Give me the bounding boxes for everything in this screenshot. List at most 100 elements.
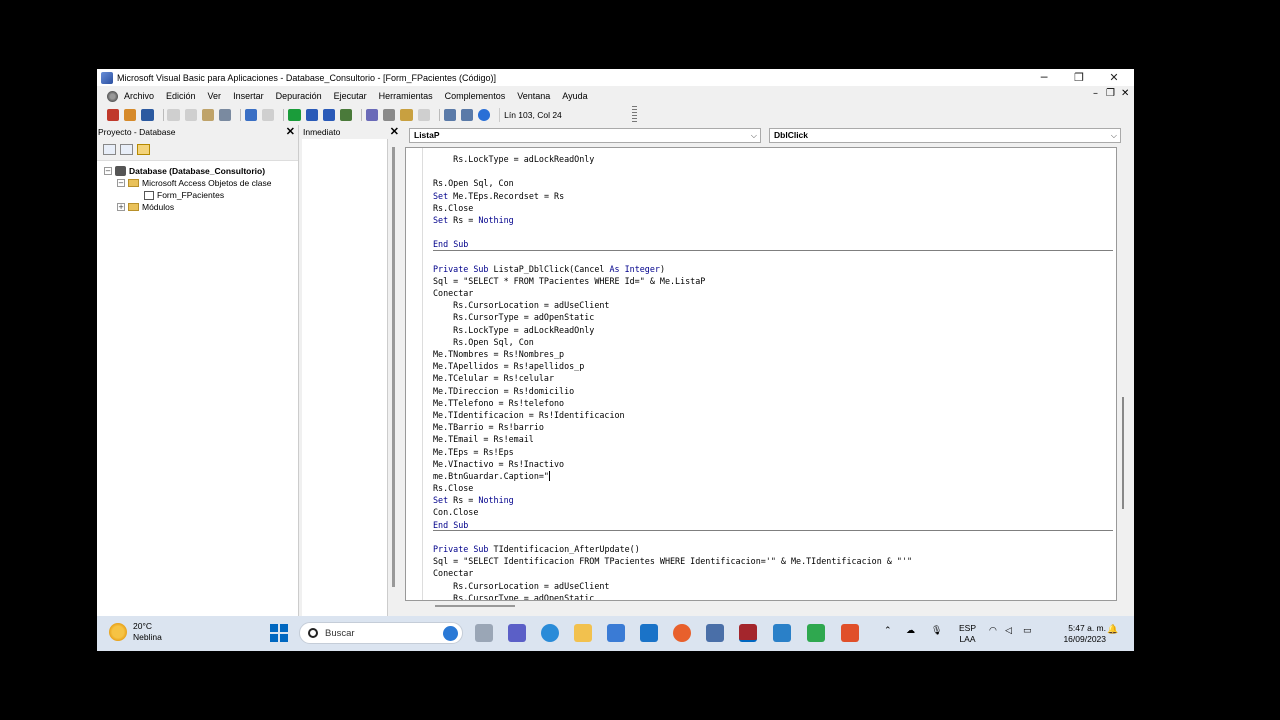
tree-item-form-fpacientes[interactable]: Form_FPacientes bbox=[97, 189, 298, 201]
chevron-down-icon[interactable]: ⌵ bbox=[751, 129, 757, 142]
immediate-input[interactable] bbox=[302, 139, 388, 651]
system-menu-icon[interactable] bbox=[107, 90, 118, 102]
collapse-icon[interactable]: − bbox=[104, 167, 112, 175]
notification-bell-icon[interactable]: 🔔 bbox=[1107, 625, 1118, 635]
code-line[interactable]: Conectar bbox=[433, 567, 1113, 579]
code-line[interactable]: Me.VInactivo = Rs!Inactivo bbox=[433, 458, 1113, 470]
code-line[interactable]: Rs.CursorType = adOpenStatic bbox=[433, 311, 1113, 323]
code-line[interactable]: Me.TApellidos = Rs!apellidos_p bbox=[433, 360, 1113, 372]
store-icon[interactable] bbox=[607, 624, 625, 642]
edge-icon[interactable] bbox=[541, 624, 559, 642]
battery-icon[interactable]: ▭ bbox=[1023, 626, 1032, 636]
chevron-up-icon[interactable]: ⌃ bbox=[884, 626, 892, 636]
access-icon[interactable] bbox=[739, 624, 757, 642]
code-line[interactable]: Me.TCelular = Rs!celular bbox=[433, 372, 1113, 384]
menu-ejecutar[interactable]: Ejecutar bbox=[334, 91, 367, 101]
code-line[interactable]: Me.TDireccion = Rs!domicilio bbox=[433, 385, 1113, 397]
menu-depuracion[interactable]: Depuración bbox=[276, 91, 322, 101]
onedrive-icon[interactable]: ☁ bbox=[906, 626, 915, 636]
immediate-pane-close-button[interactable]: ✕ bbox=[390, 125, 399, 139]
menu-herramientas[interactable]: Herramientas bbox=[379, 91, 433, 101]
file-explorer-icon[interactable] bbox=[574, 624, 592, 642]
menu-complementos[interactable]: Complementos bbox=[445, 91, 506, 101]
tree-item-database[interactable]: − Database (Database_Consultorio) bbox=[97, 165, 298, 177]
insert-module-icon[interactable] bbox=[124, 109, 137, 121]
access-view-icon[interactable] bbox=[107, 109, 120, 121]
code-line[interactable]: Set Rs = Nothing bbox=[433, 494, 1113, 506]
code-line[interactable]: Rs.Open Sql, Con bbox=[433, 177, 1113, 189]
language-indicator[interactable]: ESP LAA bbox=[959, 623, 976, 645]
chevron-down-icon[interactable]: ⌵ bbox=[1111, 129, 1117, 142]
toolbar-grip[interactable] bbox=[632, 106, 638, 124]
maximize-button[interactable]: ❐ bbox=[1062, 69, 1096, 86]
toggle-folders-icon[interactable] bbox=[137, 144, 150, 155]
firefox-icon[interactable] bbox=[673, 624, 691, 642]
code-line[interactable] bbox=[433, 226, 1113, 238]
code-line[interactable]: Me.TTelefono = Rs!telefono bbox=[433, 397, 1113, 409]
menu-insertar[interactable]: Insertar bbox=[233, 91, 264, 101]
code-line[interactable]: Rs.Open Sql, Con bbox=[433, 336, 1113, 348]
undo-icon[interactable] bbox=[245, 109, 258, 121]
code-line[interactable]: Me.TBarrio = Rs!barrio bbox=[433, 421, 1113, 433]
code-editor[interactable]: Rs.LockType = adLockReadOnly Rs.Open Sql,… bbox=[405, 147, 1117, 601]
scroll-thumb[interactable] bbox=[1122, 397, 1124, 509]
code-line[interactable] bbox=[433, 531, 1113, 543]
notepad-icon[interactable] bbox=[773, 624, 791, 642]
camtasia-icon[interactable] bbox=[807, 624, 825, 642]
code-line[interactable]: Rs.LockType = adLockReadOnly bbox=[433, 324, 1113, 336]
scroll-thumb[interactable] bbox=[392, 147, 395, 587]
scroll-thumb[interactable] bbox=[435, 605, 515, 607]
properties-window-icon[interactable] bbox=[383, 109, 396, 121]
bing-icon[interactable] bbox=[443, 626, 458, 641]
menu-ventana[interactable]: Ventana bbox=[517, 91, 550, 101]
object-browser-icon[interactable] bbox=[400, 109, 413, 121]
taskbar-search[interactable]: Buscar bbox=[299, 622, 463, 644]
toolbox-icon[interactable] bbox=[417, 109, 430, 121]
mdi-close-button[interactable]: ✕ bbox=[1121, 88, 1129, 99]
code-line[interactable]: Con.Close bbox=[433, 506, 1113, 518]
expand-icon[interactable]: + bbox=[117, 203, 125, 211]
code-line[interactable]: Conectar bbox=[433, 287, 1113, 299]
microphone-icon[interactable]: 🎙 bbox=[931, 626, 942, 636]
mdi-minimize-button[interactable]: – bbox=[1093, 88, 1098, 99]
menu-edicion[interactable]: Edición bbox=[166, 91, 196, 101]
menu-archivo[interactable]: Archivo bbox=[124, 91, 154, 101]
code-line[interactable]: Rs.Close bbox=[433, 482, 1113, 494]
code-vertical-scrollbar[interactable] bbox=[1117, 147, 1131, 601]
code-line[interactable] bbox=[433, 251, 1113, 263]
code-line[interactable]: End Sub bbox=[433, 519, 1113, 531]
object-combobox[interactable]: ListaP ⌵ bbox=[409, 128, 761, 143]
paste-icon[interactable] bbox=[201, 109, 214, 121]
start-button[interactable] bbox=[270, 624, 288, 642]
code-line[interactable]: Private Sub ListaP_DblClick(Cancel As In… bbox=[433, 263, 1113, 275]
project-explorer-icon[interactable] bbox=[365, 109, 379, 121]
code-line[interactable]: Rs.CursorLocation = adUseClient bbox=[433, 299, 1113, 311]
save-icon[interactable] bbox=[141, 109, 154, 121]
code-line[interactable]: End Sub bbox=[433, 238, 1113, 251]
task-view-icon[interactable] bbox=[475, 624, 493, 642]
volume-icon[interactable]: ◁ bbox=[1005, 626, 1012, 636]
tree-item-class-objects[interactable]: − Microsoft Access Objetos de clase bbox=[97, 177, 298, 189]
code-line[interactable]: Rs.Close bbox=[433, 202, 1113, 214]
break-icon[interactable] bbox=[305, 109, 318, 121]
code-line[interactable]: Set Me.TEps.Recordset = Rs bbox=[433, 190, 1113, 202]
view-object-icon[interactable] bbox=[120, 144, 133, 155]
mail-icon[interactable] bbox=[640, 624, 658, 642]
reset-icon[interactable] bbox=[322, 109, 335, 121]
code-line[interactable]: Me.TEps = Rs!Eps bbox=[433, 446, 1113, 458]
code-line[interactable]: Rs.CursorType = adOpenStatic bbox=[433, 592, 1113, 600]
code-line[interactable]: Sql = "SELECT Identificacion FROM TPacie… bbox=[433, 555, 1113, 567]
wifi-icon[interactable]: ◠ bbox=[989, 626, 997, 636]
code-line[interactable] bbox=[433, 165, 1113, 177]
procedure-combobox[interactable]: DblClick ⌵ bbox=[769, 128, 1121, 143]
code-line[interactable]: Set Rs = Nothing bbox=[433, 214, 1113, 226]
minimize-button[interactable]: ─ bbox=[1027, 69, 1061, 86]
code-line[interactable]: Rs.LockType = adLockReadOnly bbox=[433, 153, 1113, 165]
redo-icon[interactable] bbox=[262, 109, 275, 121]
collapse-icon[interactable]: − bbox=[117, 179, 125, 187]
menu-ver[interactable]: Ver bbox=[208, 91, 222, 101]
code-line[interactable]: Me.TNombres = Rs!Nombres_p bbox=[433, 348, 1113, 360]
code-line[interactable]: Rs.CursorLocation = adUseClient bbox=[433, 580, 1113, 592]
tree-item-modulos[interactable]: + Módulos bbox=[97, 201, 298, 213]
immediate-scrollbar[interactable] bbox=[388, 139, 402, 651]
